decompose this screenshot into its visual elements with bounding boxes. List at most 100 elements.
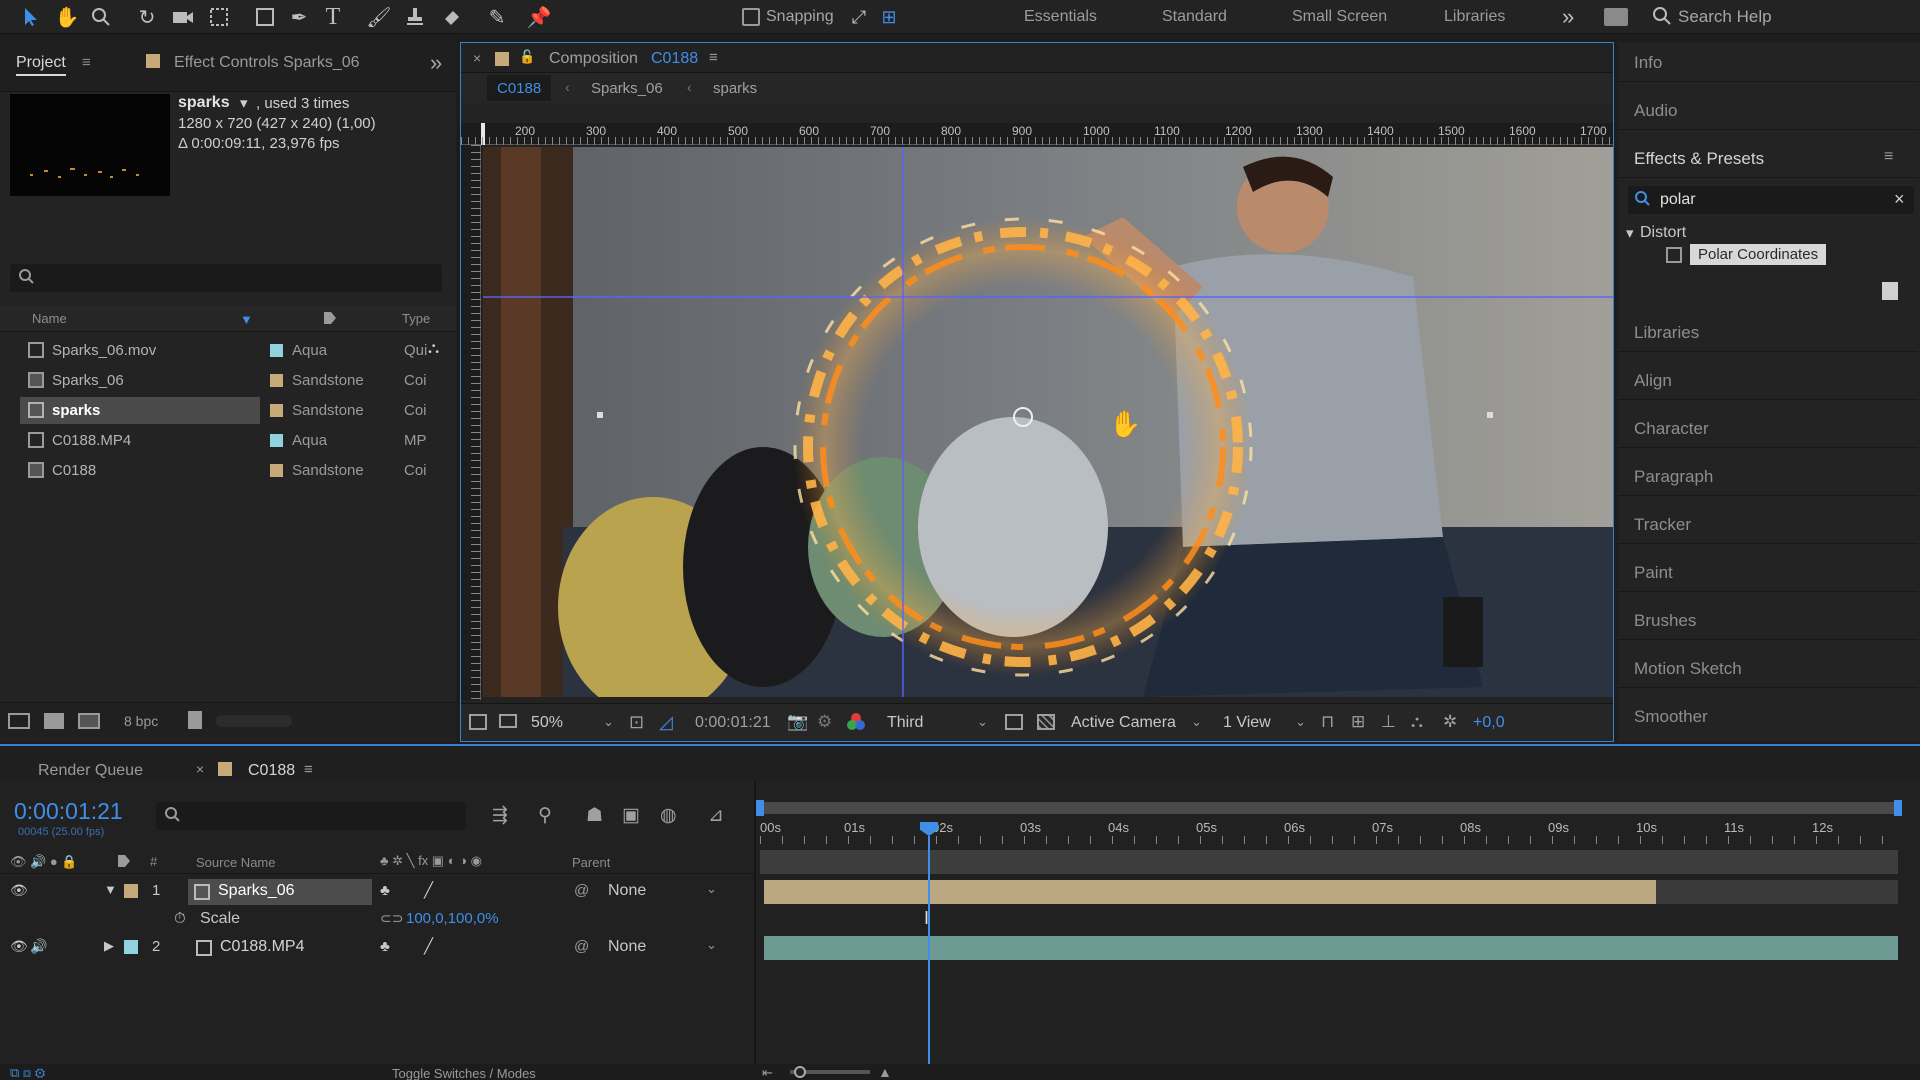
panel-motion-sketch[interactable]: Motion Sketch	[1618, 648, 1918, 688]
breadcrumb-c0188[interactable]: C0188	[487, 75, 552, 101]
selected-item-dropdown-icon[interactable]: ▾	[240, 94, 248, 112]
view-layout-select[interactable]: 1 View	[1223, 714, 1271, 732]
lock-icon[interactable]: 🔓	[519, 49, 535, 65]
workspace-small-screen[interactable]: Small Screen	[1292, 8, 1387, 26]
close-tab-icon[interactable]: ×	[473, 50, 481, 66]
sort-arrow-icon[interactable]: ▼	[240, 312, 253, 327]
workspace-standard[interactable]: Standard	[1162, 8, 1227, 26]
new-preset-icon[interactable]	[1882, 282, 1898, 300]
label-swatch[interactable]	[124, 940, 138, 954]
transparency-grid-icon[interactable]	[1037, 714, 1055, 730]
panel-align[interactable]: Align	[1618, 360, 1918, 400]
fast-previews-icon[interactable]: ⊞	[1351, 712, 1365, 732]
viewer-timecode[interactable]: 0:00:01:21	[695, 714, 771, 732]
search-help-input[interactable]: Search Help	[1678, 7, 1772, 27]
type-tool-icon[interactable]: T	[320, 4, 346, 30]
pan-behind-tool-icon[interactable]	[206, 4, 232, 30]
chevron-down-icon[interactable]: ⌄	[1191, 714, 1202, 730]
roto-brush-tool-icon[interactable]: ✎	[484, 4, 510, 30]
horizontal-ruler[interactable]: 200 300 400 500 600 700 800 900 1000 110…	[461, 123, 1613, 145]
chevron-down-icon[interactable]: ⌄	[1295, 714, 1306, 730]
label-swatch[interactable]	[270, 404, 283, 417]
layer-bar-sparks-06[interactable]	[764, 880, 1656, 904]
resolution-select[interactable]: Third	[887, 714, 923, 732]
visibility-eye-icon[interactable]: 👁	[10, 938, 28, 955]
eraser-tool-icon[interactable]	[438, 4, 464, 30]
frame-blending-icon[interactable]: ▣	[622, 804, 640, 827]
effect-polar-coordinates[interactable]: Polar Coordinates	[1690, 244, 1827, 265]
snap-grid-icon[interactable]: ⊞	[876, 4, 902, 30]
reset-exposure-icon[interactable]: ✲	[1443, 712, 1457, 732]
category-distort[interactable]: Distort	[1640, 224, 1686, 242]
project-item-sparks-selected[interactable]: sparks Sandstone Coi	[0, 396, 450, 426]
collapse-transform-icon[interactable]: ♣	[380, 938, 390, 955]
timeline-search-input[interactable]	[156, 802, 466, 830]
project-item-sparks-06[interactable]: Sparks_06 Sandstone Coi	[0, 366, 450, 396]
chevron-down-icon[interactable]: ⌄	[706, 937, 717, 953]
panel-tracker[interactable]: Tracker	[1618, 504, 1918, 544]
motion-blur-icon[interactable]: ◍	[660, 804, 677, 827]
graph-editor-icon[interactable]: ⊿	[708, 804, 724, 827]
label-swatch[interactable]	[270, 374, 283, 387]
more-workspaces-icon[interactable]: »	[1562, 4, 1574, 30]
panel-audio[interactable]: Audio	[1618, 90, 1918, 130]
chevron-down-icon[interactable]: ⌄	[603, 714, 614, 730]
comp-tab-name[interactable]: C0188	[651, 50, 698, 68]
layer-row-sparks-06[interactable]: 👁 ▼ 1 Sparks_06 ♣ ╱ @ None ⌄	[0, 878, 754, 906]
pickwhip-icon[interactable]: @	[574, 882, 589, 899]
puppet-tool-icon[interactable]: 📌	[526, 4, 552, 30]
zoom-select[interactable]: 50%	[531, 714, 563, 732]
playhead-line[interactable]	[928, 836, 930, 1074]
timeline-icon[interactable]: ⊥	[1381, 712, 1396, 732]
composition-viewer[interactable]: ✋	[483, 147, 1613, 697]
panel-libraries[interactable]: Libraries	[1618, 312, 1918, 352]
project-item-c0188-mp4[interactable]: C0188.MP4 Aqua MP	[0, 426, 450, 456]
flowchart-icon[interactable]: ⛬	[428, 340, 439, 358]
fit-icon[interactable]: ⊡	[629, 712, 644, 733]
rotate-tool-icon[interactable]: ↻	[134, 4, 160, 30]
layer-switches-icons[interactable]: ♣ ✲ ╲ fx ▣ ◐ ◑ ◉	[380, 853, 482, 869]
tab-effect-controls[interactable]: Effect Controls Sparks_06	[174, 54, 360, 72]
layer-name[interactable]: Sparks_06	[218, 882, 295, 900]
pickwhip-icon[interactable]: @	[574, 938, 589, 955]
monitor-icon[interactable]	[499, 714, 517, 728]
zoom-out-icon[interactable]: ⇤	[762, 1065, 773, 1080]
toggle-pixel-aspect-icon[interactable]: ⊓	[1321, 712, 1334, 732]
quality-switch-icon[interactable]: ╱	[424, 937, 433, 955]
workspace-libraries[interactable]: Libraries	[1444, 8, 1505, 26]
mask-visibility-icon[interactable]: ◿	[659, 712, 673, 733]
panel-brushes[interactable]: Brushes	[1618, 600, 1918, 640]
tab-c0188[interactable]: C0188	[248, 762, 295, 780]
label-swatch[interactable]	[124, 884, 138, 898]
col-name[interactable]: Name	[32, 311, 67, 326]
panel-character[interactable]: Character	[1618, 408, 1918, 448]
exposure-value[interactable]: +0,0	[1473, 714, 1505, 732]
chevron-down-icon[interactable]: ⌄	[977, 714, 988, 730]
sync-settings-icon[interactable]	[1604, 8, 1628, 26]
label-swatch[interactable]	[270, 344, 283, 357]
clone-stamp-tool-icon[interactable]	[402, 4, 428, 30]
label-tag-icon[interactable]	[322, 310, 338, 331]
zoom-in-icon[interactable]: ▲	[878, 1064, 892, 1080]
always-preview-icon[interactable]	[469, 714, 487, 730]
toggle-switches-modes[interactable]: Toggle Switches / Modes	[392, 1066, 536, 1080]
zoom-tool-icon[interactable]	[88, 4, 114, 30]
footer-switch-icons[interactable]: ⧉ ⧈ ⚙	[10, 1065, 45, 1080]
tab-render-queue[interactable]: Render Queue	[38, 762, 143, 780]
show-snapshot-icon[interactable]: ⚙	[817, 712, 832, 732]
panel-smoother[interactable]: Smoother	[1618, 696, 1918, 736]
label-swatch[interactable]	[270, 464, 283, 477]
quality-switch-icon[interactable]: ╱	[424, 881, 433, 899]
effects-search-input[interactable]: polar ×	[1628, 186, 1914, 214]
work-area-end-handle[interactable]	[1894, 800, 1902, 816]
selection-tool-icon[interactable]	[18, 4, 44, 30]
hand-tool-icon[interactable]: ✋	[54, 4, 80, 30]
effects-presets-header[interactable]: Effects & Presets ≡	[1618, 138, 1918, 178]
breadcrumb-sparks[interactable]: sparks	[713, 80, 757, 97]
tab-project[interactable]: Project	[16, 54, 66, 76]
snapping-checkbox[interactable]	[742, 8, 760, 26]
col-parent[interactable]: Parent	[572, 855, 610, 870]
panel-info[interactable]: Info	[1618, 42, 1918, 82]
project-item-sparks-06-mov[interactable]: Sparks_06.mov Aqua Qui ⛬	[0, 336, 450, 366]
visibility-eye-icon[interactable]: 👁	[10, 882, 28, 899]
